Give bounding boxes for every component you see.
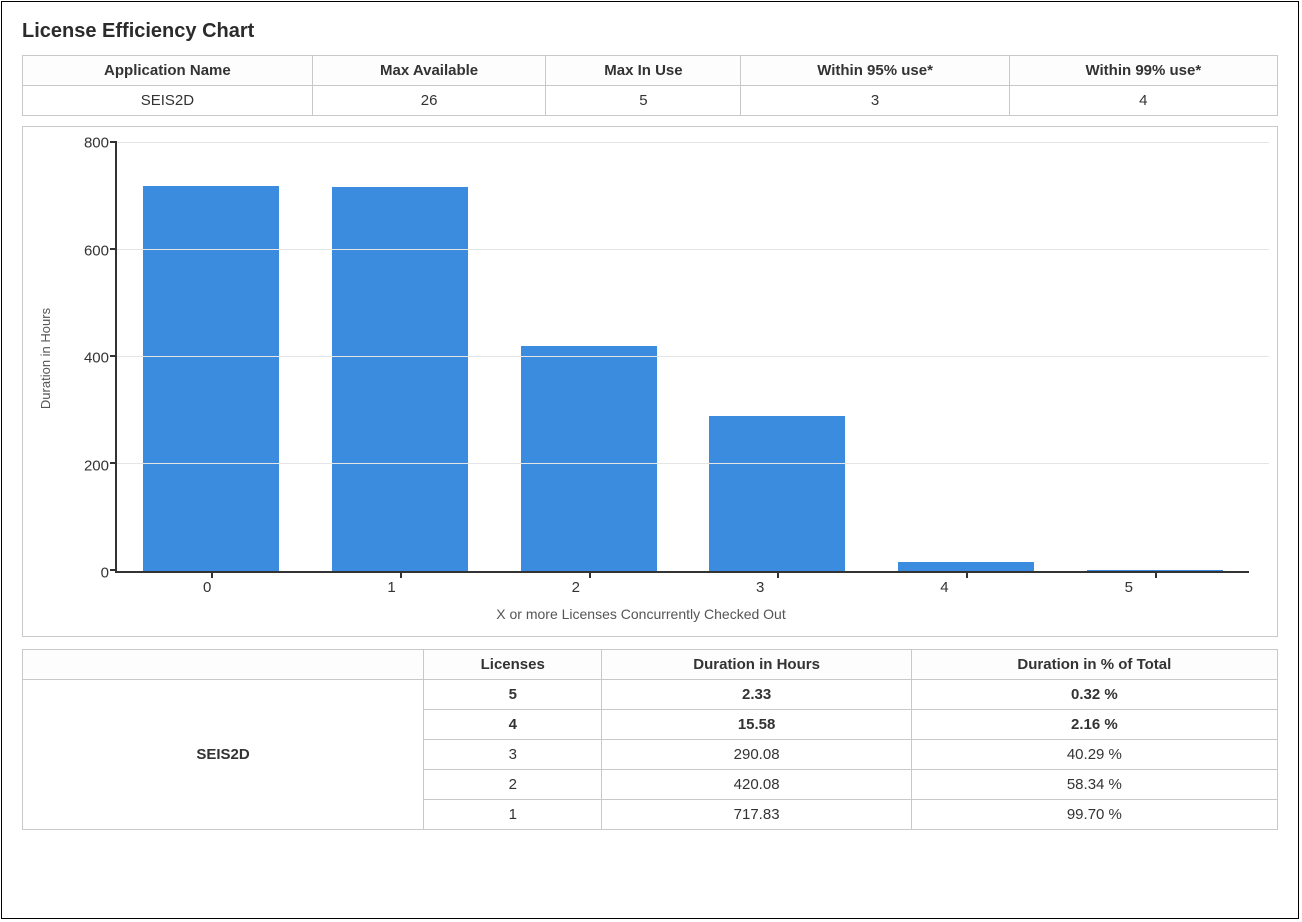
chart-gridline <box>117 142 1269 143</box>
chart-bar <box>709 416 845 571</box>
x-tick-label: 1 <box>299 573 483 596</box>
detail-cell-licenses: 1 <box>424 800 602 830</box>
x-tick-label: 4 <box>852 573 1036 596</box>
detail-cell-duration: 2.33 <box>602 680 911 710</box>
detail-table: Licenses Duration in Hours Duration in %… <box>22 649 1278 830</box>
y-tick-label: 800 <box>84 135 109 152</box>
chart-gridline <box>117 356 1269 357</box>
chart-plot-area <box>115 143 1249 573</box>
x-tick-label: 2 <box>484 573 668 596</box>
y-axis-ticks: 0200400600800 <box>59 143 115 573</box>
chart-gridline <box>117 463 1269 464</box>
chart-bar <box>898 562 1034 571</box>
chart-gridline <box>117 249 1269 250</box>
detail-cell-pct: 40.29 % <box>911 740 1277 770</box>
detail-cell-pct: 58.34 % <box>911 770 1277 800</box>
y-tick-label: 200 <box>84 457 109 474</box>
x-tick-mark <box>400 571 402 578</box>
bar-slot <box>683 143 872 571</box>
bar-slot <box>494 143 683 571</box>
x-tick-label: 0 <box>115 573 299 596</box>
y-tick-mark <box>110 462 117 464</box>
x-tick-mark <box>966 571 968 578</box>
chart-bar <box>332 187 468 571</box>
x-tick-mark <box>777 571 779 578</box>
y-tick-label: 400 <box>84 350 109 367</box>
cell-max-available: 26 <box>312 86 546 116</box>
detail-cell-duration: 717.83 <box>602 800 911 830</box>
x-axis-ticks: 012345 <box>115 573 1249 596</box>
cell-pct95: 3 <box>741 86 1009 116</box>
col-pct95: Within 95% use* <box>741 56 1009 86</box>
detail-table-body: SEIS2D52.330.32 %415.582.16 %3290.0840.2… <box>23 680 1278 830</box>
col-pct: Duration in % of Total <box>911 650 1277 680</box>
y-axis-label-wrap: Duration in Hours <box>33 143 59 573</box>
bar-slot <box>1060 143 1249 571</box>
cell-app-name: SEIS2D <box>23 86 313 116</box>
chart-stage: Duration in Hours 0200400600800 <box>33 143 1249 573</box>
detail-cell-licenses: 5 <box>424 680 602 710</box>
x-axis-label: X or more Licenses Concurrently Checked … <box>33 606 1249 622</box>
detail-cell-duration: 15.58 <box>602 710 911 740</box>
y-tick-mark <box>110 248 117 250</box>
x-tick-mark <box>1155 571 1157 578</box>
chart-bar <box>143 186 279 571</box>
detail-cell-duration: 420.08 <box>602 770 911 800</box>
y-axis-label: Duration in Hours <box>39 307 54 408</box>
cell-max-in-use: 5 <box>546 86 741 116</box>
summary-header-row: Application Name Max Available Max In Us… <box>23 56 1278 86</box>
y-tick-mark <box>110 569 117 571</box>
detail-app-header <box>23 650 424 680</box>
y-tick-mark <box>110 355 117 357</box>
detail-cell-licenses: 2 <box>424 770 602 800</box>
detail-cell-pct: 2.16 % <box>911 710 1277 740</box>
x-tick-mark <box>211 571 213 578</box>
summary-data-row: SEIS2D 26 5 3 4 <box>23 86 1278 116</box>
y-tick-label: 0 <box>101 565 109 582</box>
detail-cell-pct: 99.70 % <box>911 800 1277 830</box>
bar-slot <box>117 143 306 571</box>
col-duration: Duration in Hours <box>602 650 911 680</box>
bar-slot <box>872 143 1061 571</box>
detail-header-row: Licenses Duration in Hours Duration in %… <box>23 650 1278 680</box>
bar-slot <box>306 143 495 571</box>
page-title: License Efficiency Chart <box>22 20 1278 43</box>
y-tick-mark <box>110 141 117 143</box>
detail-app-name: SEIS2D <box>23 680 424 830</box>
summary-table: Application Name Max Available Max In Us… <box>22 55 1278 116</box>
report-frame: License Efficiency Chart Application Nam… <box>1 1 1299 919</box>
x-tick-label: 5 <box>1037 573 1221 596</box>
col-app-name: Application Name <box>23 56 313 86</box>
detail-cell-licenses: 3 <box>424 740 602 770</box>
chart-bar <box>521 346 657 571</box>
cell-pct99: 4 <box>1009 86 1277 116</box>
detail-cell-duration: 290.08 <box>602 740 911 770</box>
table-row: SEIS2D52.330.32 % <box>23 680 1278 710</box>
col-pct99: Within 99% use* <box>1009 56 1277 86</box>
chart-panel: Duration in Hours 0200400600800 012345 X… <box>22 126 1278 637</box>
chart-bars-container <box>117 143 1249 571</box>
detail-cell-licenses: 4 <box>424 710 602 740</box>
col-max-in-use: Max In Use <box>546 56 741 86</box>
x-tick-mark <box>589 571 591 578</box>
col-max-available: Max Available <box>312 56 546 86</box>
y-tick-label: 600 <box>84 242 109 259</box>
detail-cell-pct: 0.32 % <box>911 680 1277 710</box>
col-licenses: Licenses <box>424 650 602 680</box>
x-tick-label: 3 <box>668 573 852 596</box>
